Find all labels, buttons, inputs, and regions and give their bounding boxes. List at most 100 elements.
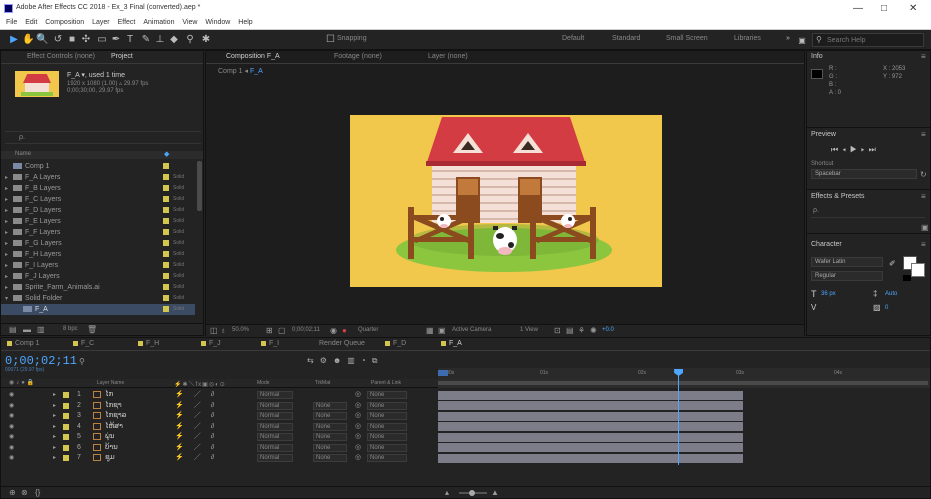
fast-previews-icon[interactable]: ⊡ <box>554 326 561 335</box>
composition-mini-flowchart-icon[interactable]: ⇆ <box>307 356 320 365</box>
menu-file[interactable]: File <box>6 19 17 26</box>
info-menu-icon[interactable]: ≡ <box>921 52 926 61</box>
eraser-tool-icon[interactable]: ◆ <box>168 34 180 46</box>
type-tool-icon[interactable]: T <box>124 34 136 46</box>
timeline-search-icon[interactable]: ⚲ <box>79 357 85 366</box>
menu-composition[interactable]: Composition <box>45 19 84 26</box>
maximize-button[interactable]: □ <box>881 3 887 14</box>
font-size-value[interactable]: 36 px <box>821 291 836 297</box>
label-color-chip[interactable] <box>163 295 169 301</box>
workspace-small-screen[interactable]: Small Screen <box>666 35 708 42</box>
pan-behind-tool-icon[interactable]: ✣ <box>80 34 92 46</box>
motion-blur-icon[interactable]: ◔ <box>361 356 372 365</box>
black-swatch[interactable] <box>903 275 911 281</box>
column-trkmat[interactable]: TrkMat <box>315 380 330 386</box>
hand-tool-icon[interactable]: ✋ <box>22 34 34 46</box>
label-color-chip[interactable] <box>163 262 169 268</box>
project-item[interactable]: Comp 1 <box>1 161 195 172</box>
tab-project[interactable]: Project <box>111 53 133 60</box>
roto-brush-tool-icon[interactable]: ⚲ <box>184 34 196 46</box>
layer-duration-bar[interactable] <box>438 411 743 421</box>
timeline-tab[interactable]: Render Queue <box>319 340 365 347</box>
prev-frame-icon[interactable]: ◂ <box>842 145 850 154</box>
toggle-switches-icon[interactable]: ⊕ <box>9 488 16 497</box>
workspace-libraries[interactable]: Libraries <box>734 35 761 42</box>
menu-animation[interactable]: Animation <box>143 19 174 26</box>
project-search-field[interactable]: ρ. <box>5 131 201 144</box>
selection-tool-icon[interactable]: ▶ <box>8 34 20 46</box>
label-color-chip[interactable] <box>163 306 169 312</box>
always-preview-icon[interactable]: ◫ <box>210 326 218 335</box>
project-item[interactable]: ▸ F_J Layers Solid <box>1 271 195 282</box>
column-layer-name[interactable]: Layer Name <box>97 380 124 386</box>
timeline-timecode[interactable]: 0;00;02;11 <box>5 354 77 368</box>
layer-duration-bar[interactable] <box>438 432 743 442</box>
next-frame-icon[interactable]: ▸ <box>861 145 869 154</box>
puppet-pin-tool-icon[interactable]: ✱ <box>200 34 212 46</box>
stroke-color-swatch[interactable] <box>911 263 925 277</box>
timeline-tab[interactable]: F_C <box>81 340 94 347</box>
label-color-chip[interactable] <box>163 284 169 290</box>
transparency-grid-icon[interactable]: ▦ <box>426 326 434 335</box>
safe-zones-icon[interactable]: ⊞ <box>266 326 273 335</box>
zoom-in-mountain-icon[interactable]: ▲ <box>491 488 499 497</box>
leading-value[interactable]: Auto <box>885 291 897 297</box>
timeline-tab[interactable]: F_H <box>146 340 159 347</box>
info-panel-title[interactable]: Info <box>811 53 823 60</box>
character-menu-icon[interactable]: ≡ <box>921 240 926 249</box>
project-item[interactable]: ▸ F_I Layers Solid <box>1 260 195 271</box>
tracking-value[interactable]: 0 <box>885 305 888 311</box>
column-mode[interactable]: Mode <box>257 380 270 386</box>
zoom-tool-icon[interactable]: 🔍 <box>36 34 48 46</box>
menu-effect[interactable]: Effect <box>118 19 136 26</box>
tab-footage[interactable]: Footage (none) <box>334 53 382 60</box>
column-name-header[interactable]: Name <box>15 151 31 157</box>
pen-tool-icon[interactable]: ✒ <box>110 34 122 46</box>
timeline-tab[interactable]: F_J <box>209 340 221 347</box>
layer-duration-bar[interactable] <box>438 401 743 410</box>
project-item[interactable]: ▸ F_D Layers Solid <box>1 205 195 216</box>
brush-tool-icon[interactable]: ✎ <box>140 34 152 46</box>
project-scrollbar[interactable] <box>197 161 202 211</box>
workspace-standard[interactable]: Standard <box>612 35 640 42</box>
work-area-start[interactable] <box>438 370 448 376</box>
menu-layer[interactable]: Layer <box>92 19 110 26</box>
interpret-footage-icon[interactable]: ▤ <box>9 325 17 334</box>
project-item[interactable]: ▸ F_B Layers Solid <box>1 183 195 194</box>
timeline-zoom-thumb[interactable] <box>469 490 475 496</box>
shy-icon[interactable]: ☻ <box>333 356 347 365</box>
layer-duration-bar[interactable] <box>438 422 743 431</box>
project-item[interactable]: ▾ Solid Folder Solid <box>1 293 195 304</box>
project-item[interactable]: F_A Solid <box>1 304 195 315</box>
tab-effect-controls[interactable]: Effect Controls (none) <box>27 53 95 60</box>
effects-presets-title[interactable]: Effects & Presets <box>811 193 865 200</box>
menu-help[interactable]: Help <box>238 19 252 26</box>
preview-menu-icon[interactable]: ≡ <box>921 130 926 139</box>
toggle-modes-icon[interactable]: ⊗ <box>21 488 28 497</box>
effects-menu-icon[interactable]: ≡ <box>921 192 926 201</box>
label-color-chip[interactable] <box>163 196 169 202</box>
label-color-chip[interactable] <box>163 251 169 257</box>
resolution-select[interactable]: Quarter <box>358 327 378 333</box>
project-item[interactable]: ▸ F_G Layers Solid <box>1 238 195 249</box>
shortcut-select[interactable]: Spacebar <box>811 169 917 179</box>
tab-composition[interactable]: Composition F_A <box>226 53 280 60</box>
timeline-tab[interactable]: F_I <box>269 340 279 347</box>
last-frame-icon[interactable]: ⏭ <box>869 145 880 154</box>
rectangle-tool-icon[interactable]: ▭ <box>96 34 108 46</box>
tab-layer[interactable]: Layer (none) <box>428 53 468 60</box>
menu-window[interactable]: Window <box>205 19 230 26</box>
label-color-chip[interactable] <box>163 163 169 169</box>
graph-editor-icon[interactable]: ⧉ <box>372 356 384 365</box>
zoom-out-mountain-icon[interactable]: ▴ <box>445 488 449 497</box>
snapshot-icon[interactable]: ◉ <box>330 326 337 335</box>
snapping-checkbox-icon[interactable]: ☐ <box>326 34 335 46</box>
workspace-default[interactable]: Default <box>562 35 584 42</box>
project-item[interactable]: ▸ F_A Layers Solid <box>1 172 195 183</box>
label-color-chip[interactable] <box>163 174 169 180</box>
views-select[interactable]: 1 View <box>520 327 538 333</box>
project-item[interactable]: ▸ F_C Layers Solid <box>1 194 195 205</box>
label-color-chip[interactable] <box>163 207 169 213</box>
menu-view[interactable]: View <box>182 19 197 26</box>
effects-new-preset-icon[interactable]: ▣ <box>921 223 929 232</box>
